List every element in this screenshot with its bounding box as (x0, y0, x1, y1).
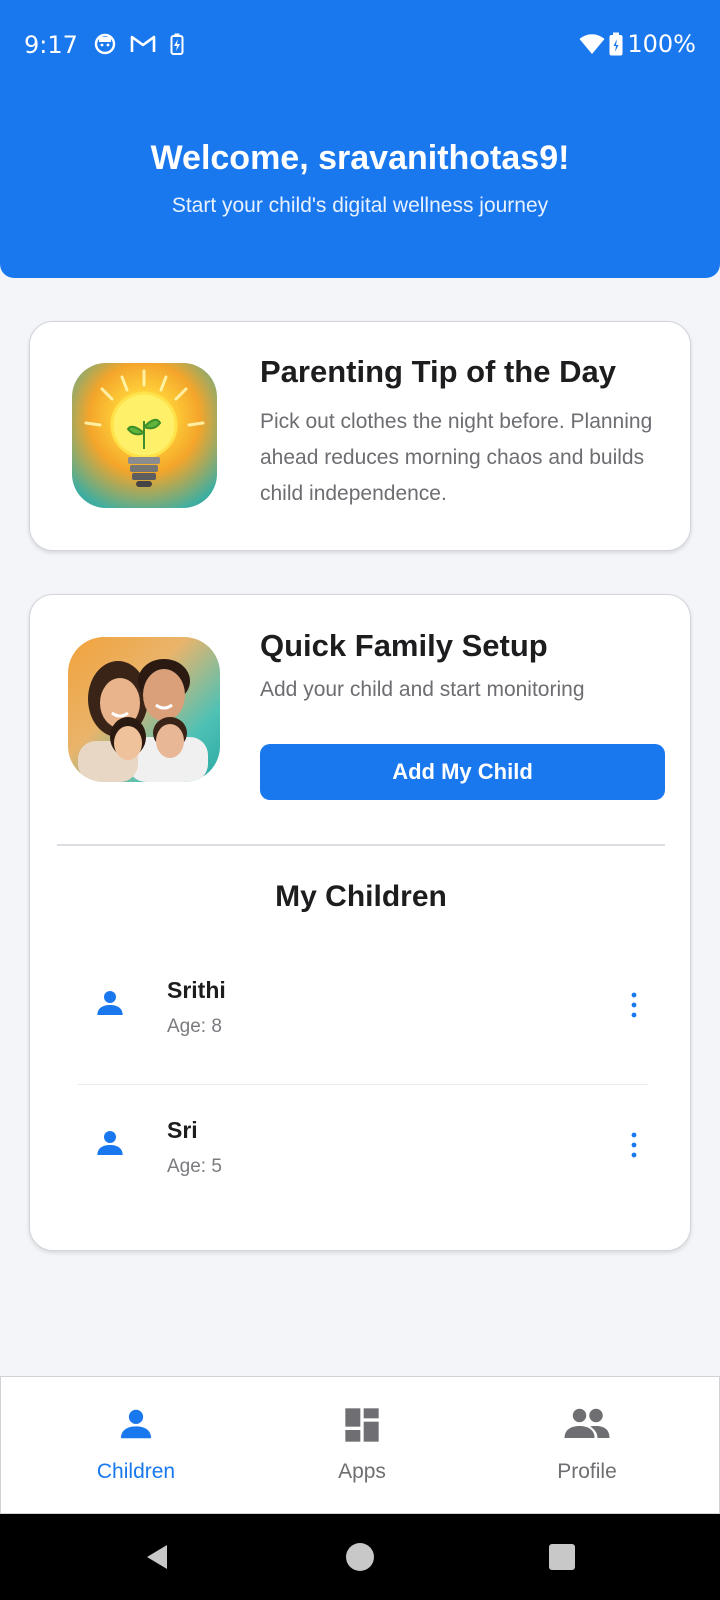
battery-percentage: 100% (627, 30, 696, 58)
quick-family-setup-card: Quick Family Setup Add your child and st… (29, 594, 691, 1251)
nav-label-apps: Apps (338, 1460, 386, 1483)
status-icons-left (94, 33, 184, 55)
add-my-child-button[interactable]: Add My Child (260, 744, 665, 800)
tip-title: Parenting Tip of the Day (260, 354, 616, 389)
more-vert-icon[interactable] (622, 985, 646, 1025)
nav-label-children: Children (96, 1460, 176, 1483)
system-navigation-bar (0, 1514, 720, 1600)
wifi-icon (579, 34, 605, 54)
people-icon (564, 1408, 610, 1438)
more-vert-icon[interactable] (622, 1125, 646, 1165)
person-icon (120, 1409, 152, 1439)
home-icon[interactable] (345, 1542, 375, 1572)
child-row-sri[interactable]: Sri Age: 5 (78, 1075, 648, 1215)
dashboard-icon (345, 1408, 379, 1442)
tip-text: Pick out clothes the night before. Plann… (260, 410, 653, 505)
child-row-srithi[interactable]: Srithi Age: 8 (78, 935, 648, 1075)
family-photo-image (68, 637, 220, 782)
nav-item-apps[interactable]: Apps (282, 1377, 442, 1513)
header: 9:17 100% Welcome, sravanithotas9! Start… (0, 0, 720, 278)
face-icon (94, 33, 116, 55)
section-divider (57, 844, 665, 846)
welcome-title: Welcome, sravanithotas9! (150, 139, 570, 177)
nav-label-profile: Profile (557, 1460, 617, 1483)
bottom-nav: Children Apps Profile (0, 1376, 720, 1514)
person-icon (97, 991, 123, 1015)
welcome-subtitle: Start your child's digital wellness jour… (171, 194, 549, 217)
person-icon (97, 1131, 123, 1155)
gmail-icon (130, 35, 156, 52)
back-icon[interactable] (143, 1542, 173, 1572)
recents-icon[interactable] (548, 1543, 576, 1571)
status-bar: 9:17 100% (0, 0, 720, 90)
my-children-title: My Children (275, 880, 447, 913)
parenting-tip-card: Parenting Tip of the Day Pick out clothe… (29, 321, 691, 551)
setup-title: Quick Family Setup (260, 628, 548, 663)
status-icons-right: 100% (579, 30, 696, 58)
child-name: Sri (167, 1117, 198, 1143)
battery-saver-icon (170, 33, 184, 55)
setup-subtitle: Add your child and start monitoring (260, 678, 585, 701)
nav-item-children[interactable]: Children (56, 1377, 216, 1513)
child-age: Age: 5 (167, 1156, 222, 1177)
status-time: 9:17 (24, 31, 78, 59)
child-age: Age: 8 (167, 1016, 222, 1037)
nav-item-profile[interactable]: Profile (507, 1377, 667, 1513)
child-name: Srithi (167, 977, 226, 1003)
battery-icon (609, 32, 623, 56)
lightbulb-plant-image (72, 363, 217, 508)
